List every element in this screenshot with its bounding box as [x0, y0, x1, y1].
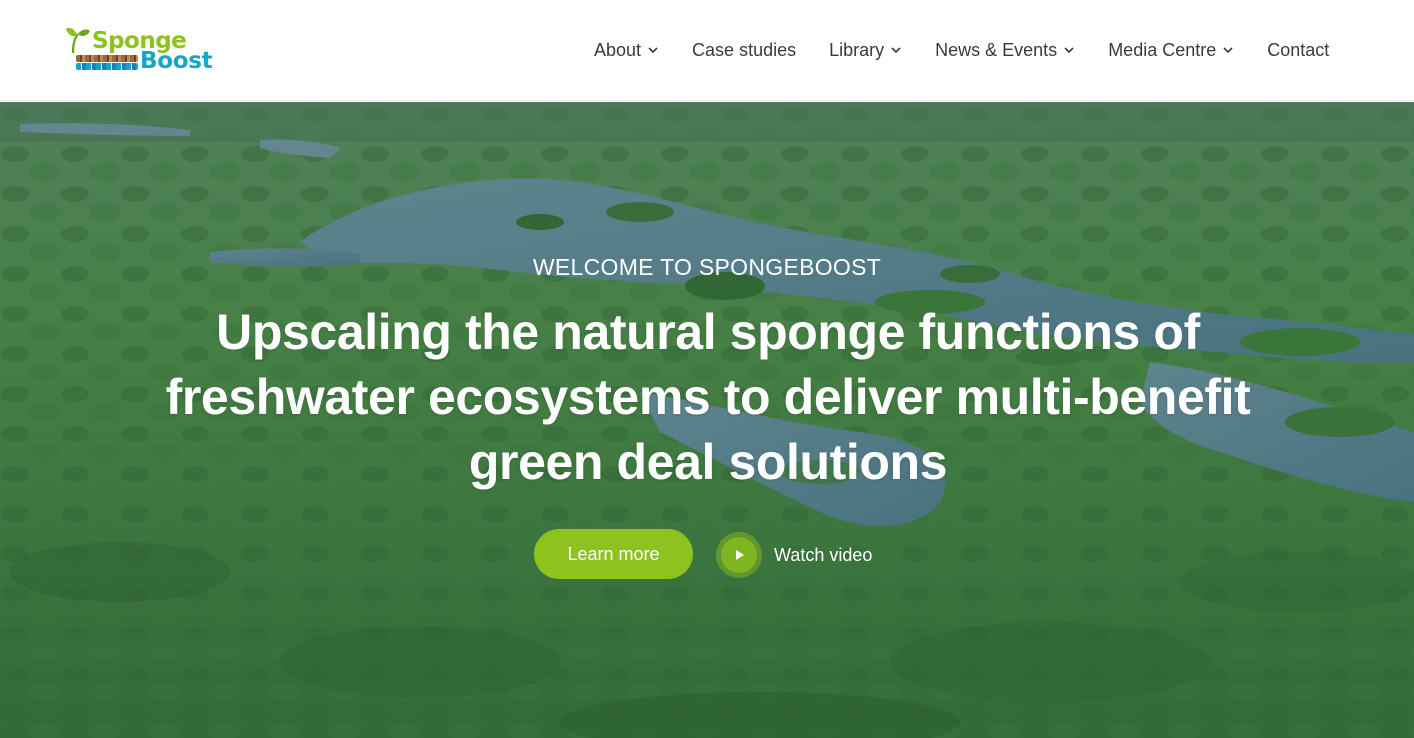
chevron-down-icon	[647, 46, 659, 54]
play-icon	[736, 550, 744, 560]
logo-blocks-graphic	[76, 53, 138, 71]
hero-headline: Upscaling the natural sponge functions o…	[165, 304, 1251, 490]
nav-item-label: About	[594, 39, 642, 60]
chevron-down-icon	[890, 46, 902, 54]
main-nav: About Case studies Library News & Events…	[594, 36, 1329, 64]
nav-item-label: News & Events	[935, 39, 1058, 60]
nav-item-library[interactable]: Library	[829, 40, 902, 61]
watch-video-label: Watch video	[774, 544, 873, 565]
learn-more-button[interactable]: Learn more	[534, 529, 693, 579]
nav-item-case-studies[interactable]: Case studies	[692, 40, 796, 61]
leaf-icon	[66, 27, 90, 54]
nav-item-contact[interactable]: Contact	[1267, 40, 1329, 61]
nav-item-label: Library	[829, 39, 885, 60]
watch-video-link[interactable]: Watch video	[716, 532, 872, 578]
nav-item-media-centre[interactable]: Media Centre	[1108, 40, 1234, 61]
nav-item-label: Contact	[1267, 39, 1330, 60]
nav-item-label: Media Centre	[1108, 39, 1217, 60]
chevron-down-icon	[1222, 46, 1234, 54]
logo-text-boost: Boost	[140, 48, 213, 74]
play-button[interactable]	[716, 532, 762, 578]
chevron-down-icon	[1063, 46, 1075, 54]
hero-eyebrow: WELCOME TO SPONGEBOOST	[532, 254, 882, 280]
nav-item-news-events[interactable]: News & Events	[935, 40, 1075, 61]
site-header: Sponge Boost About Case studies Library …	[0, 0, 1414, 101]
nav-item-about[interactable]: About	[594, 40, 659, 61]
nav-item-label: Case studies	[692, 39, 797, 60]
hero-section: WELCOME TO SPONGEBOOST Upscaling the nat…	[0, 102, 1414, 738]
spongeboost-logo[interactable]: Sponge Boost	[64, 25, 214, 77]
